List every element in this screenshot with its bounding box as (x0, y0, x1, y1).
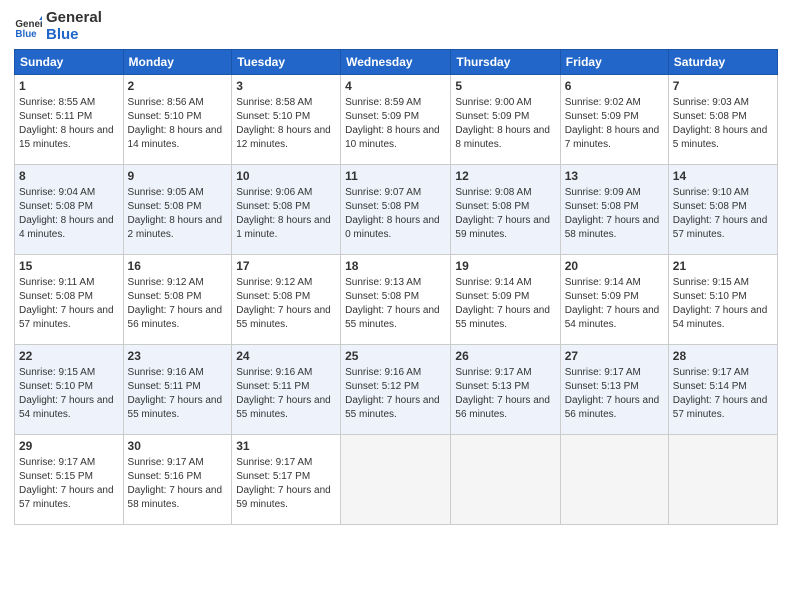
calendar-cell: 3Sunrise: 8:58 AMSunset: 5:10 PMDaylight… (232, 75, 341, 165)
col-monday: Monday (123, 50, 232, 75)
logo-blue: Blue (46, 27, 102, 44)
calendar-cell: 22Sunrise: 9:15 AMSunset: 5:10 PMDayligh… (15, 345, 124, 435)
calendar-cell: 30Sunrise: 9:17 AMSunset: 5:16 PMDayligh… (123, 435, 232, 525)
col-tuesday: Tuesday (232, 50, 341, 75)
calendar-cell: 14Sunrise: 9:10 AMSunset: 5:08 PMDayligh… (668, 165, 777, 255)
calendar-cell: 9Sunrise: 9:05 AMSunset: 5:08 PMDaylight… (123, 165, 232, 255)
calendar-cell: 6Sunrise: 9:02 AMSunset: 5:09 PMDaylight… (560, 75, 668, 165)
col-thursday: Thursday (451, 50, 560, 75)
calendar-cell: 2Sunrise: 8:56 AMSunset: 5:10 PMDaylight… (123, 75, 232, 165)
calendar-week-3: 15Sunrise: 9:11 AMSunset: 5:08 PMDayligh… (15, 255, 778, 345)
calendar-cell: 29Sunrise: 9:17 AMSunset: 5:15 PMDayligh… (15, 435, 124, 525)
calendar-cell: 24Sunrise: 9:16 AMSunset: 5:11 PMDayligh… (232, 345, 341, 435)
calendar-cell: 16Sunrise: 9:12 AMSunset: 5:08 PMDayligh… (123, 255, 232, 345)
calendar-cell: 28Sunrise: 9:17 AMSunset: 5:14 PMDayligh… (668, 345, 777, 435)
calendar-cell (451, 435, 560, 525)
calendar-cell: 26Sunrise: 9:17 AMSunset: 5:13 PMDayligh… (451, 345, 560, 435)
calendar-cell: 8Sunrise: 9:04 AMSunset: 5:08 PMDaylight… (15, 165, 124, 255)
col-sunday: Sunday (15, 50, 124, 75)
col-wednesday: Wednesday (341, 50, 451, 75)
logo-icon: General Blue (14, 13, 42, 41)
calendar-cell: 17Sunrise: 9:12 AMSunset: 5:08 PMDayligh… (232, 255, 341, 345)
calendar-header-row: Sunday Monday Tuesday Wednesday Thursday… (15, 50, 778, 75)
calendar-week-2: 8Sunrise: 9:04 AMSunset: 5:08 PMDaylight… (15, 165, 778, 255)
calendar-cell (341, 435, 451, 525)
calendar-cell: 13Sunrise: 9:09 AMSunset: 5:08 PMDayligh… (560, 165, 668, 255)
logo: General Blue General Blue (14, 10, 102, 43)
svg-text:Blue: Blue (15, 28, 37, 39)
col-friday: Friday (560, 50, 668, 75)
calendar-cell: 18Sunrise: 9:13 AMSunset: 5:08 PMDayligh… (341, 255, 451, 345)
calendar-cell (560, 435, 668, 525)
calendar-cell: 21Sunrise: 9:15 AMSunset: 5:10 PMDayligh… (668, 255, 777, 345)
calendar-week-1: 1Sunrise: 8:55 AMSunset: 5:11 PMDaylight… (15, 75, 778, 165)
calendar-cell: 25Sunrise: 9:16 AMSunset: 5:12 PMDayligh… (341, 345, 451, 435)
calendar-cell (668, 435, 777, 525)
calendar-week-5: 29Sunrise: 9:17 AMSunset: 5:15 PMDayligh… (15, 435, 778, 525)
calendar-cell: 19Sunrise: 9:14 AMSunset: 5:09 PMDayligh… (451, 255, 560, 345)
calendar-cell: 27Sunrise: 9:17 AMSunset: 5:13 PMDayligh… (560, 345, 668, 435)
calendar-cell: 31Sunrise: 9:17 AMSunset: 5:17 PMDayligh… (232, 435, 341, 525)
calendar-cell: 4Sunrise: 8:59 AMSunset: 5:09 PMDaylight… (341, 75, 451, 165)
calendar-cell: 11Sunrise: 9:07 AMSunset: 5:08 PMDayligh… (341, 165, 451, 255)
calendar-cell: 7Sunrise: 9:03 AMSunset: 5:08 PMDaylight… (668, 75, 777, 165)
calendar-cell: 23Sunrise: 9:16 AMSunset: 5:11 PMDayligh… (123, 345, 232, 435)
calendar: Sunday Monday Tuesday Wednesday Thursday… (14, 49, 778, 525)
calendar-cell: 15Sunrise: 9:11 AMSunset: 5:08 PMDayligh… (15, 255, 124, 345)
calendar-cell: 1Sunrise: 8:55 AMSunset: 5:11 PMDaylight… (15, 75, 124, 165)
calendar-cell: 5Sunrise: 9:00 AMSunset: 5:09 PMDaylight… (451, 75, 560, 165)
header: General Blue General Blue (14, 10, 778, 43)
col-saturday: Saturday (668, 50, 777, 75)
logo-general: General (46, 10, 102, 27)
calendar-cell: 10Sunrise: 9:06 AMSunset: 5:08 PMDayligh… (232, 165, 341, 255)
calendar-week-4: 22Sunrise: 9:15 AMSunset: 5:10 PMDayligh… (15, 345, 778, 435)
calendar-cell: 20Sunrise: 9:14 AMSunset: 5:09 PMDayligh… (560, 255, 668, 345)
calendar-cell: 12Sunrise: 9:08 AMSunset: 5:08 PMDayligh… (451, 165, 560, 255)
